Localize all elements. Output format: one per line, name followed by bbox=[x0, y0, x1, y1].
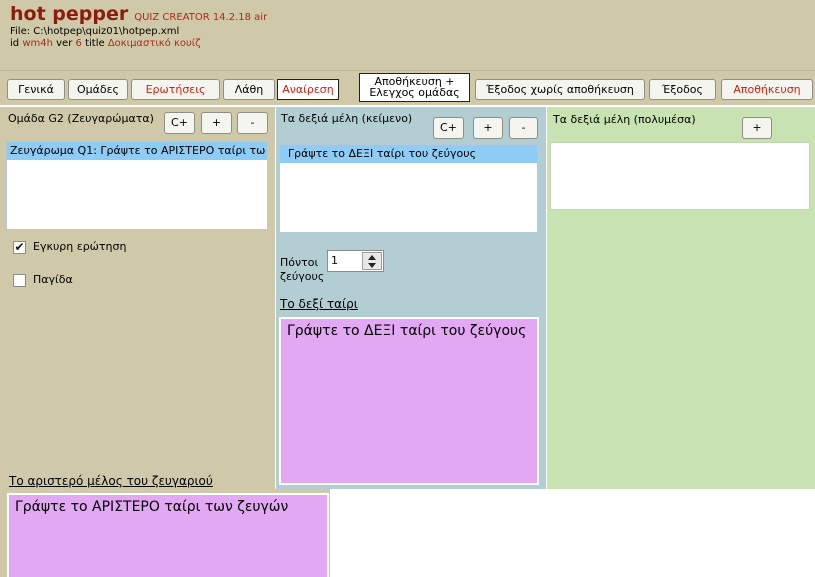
main-toolbar: Γενικά Ομάδες Ερωτήσεις Λάθη Αναίρεση Απ… bbox=[0, 70, 815, 105]
right-members-list[interactable]: Γράψτε το ΔΕΞΙ ταίρι του ζεύγους bbox=[279, 144, 538, 233]
add-media-button[interactable]: + bbox=[742, 117, 772, 139]
exit-without-save-button[interactable]: Έξοδος χωρίς αποθήκευση bbox=[475, 79, 645, 100]
valid-question-label: Εγκυρη ερώτηση bbox=[33, 240, 127, 253]
save-button[interactable]: Αποθήκευση bbox=[721, 79, 813, 100]
right-members-text-title: Τα δεξιά μέλη (κείμενο) bbox=[281, 112, 413, 125]
add-member-button[interactable]: + bbox=[473, 117, 503, 139]
check-icon: ✔ bbox=[14, 240, 25, 254]
undo-button[interactable]: Αναίρεση bbox=[277, 79, 339, 100]
bottom-area: Γράψτε το ΑΡΙΣΤΕΡΟ ταίρι των ζευγών bbox=[0, 489, 815, 577]
pair-points-value: 1 bbox=[331, 254, 338, 267]
errors-button[interactable]: Λάθη bbox=[223, 79, 275, 100]
stepper-buttons[interactable] bbox=[362, 252, 382, 270]
quiz-title: Δοκιμαστικό κουίζ bbox=[107, 38, 201, 49]
quiz-version: 6 bbox=[75, 38, 82, 49]
right-pair-text-area[interactable]: Γράψτε το ΔΕΞΙ ταίρι του ζεύγους bbox=[279, 317, 539, 485]
pair-points-stepper[interactable]: 1 bbox=[327, 250, 384, 272]
left-member-title: Το αριστερό μέλος του ζευγαριού bbox=[9, 474, 213, 488]
question-list[interactable]: Ζευγάρωμα Q1: Γράψτε το ΑΡΙΣΤΕΡΟ ταίρι τ… bbox=[6, 141, 268, 230]
pair-points-label: Πόντοι ζεύγους bbox=[280, 256, 325, 283]
trap-label: Παγίδα bbox=[33, 273, 73, 286]
list-item[interactable]: Ζευγάρωμα Q1: Γράψτε το ΑΡΙΣΤΕΡΟ ταίρι τ… bbox=[7, 142, 267, 160]
media-list[interactable] bbox=[550, 142, 810, 210]
questions-button[interactable]: Ερωτήσεις bbox=[131, 79, 220, 100]
groups-button[interactable]: Ομάδες bbox=[68, 79, 128, 100]
group-panel: Ομάδα G2 (Ζευγαρώματα) C+ + - Ζευγάρωμα … bbox=[0, 107, 275, 489]
quiz-id: wm4h bbox=[22, 38, 53, 49]
quiz-info-line: id wm4h ver 6 title Δοκιμαστικό κουίζ bbox=[10, 38, 201, 49]
app-version: QUIZ CREATOR 14.2.18 air bbox=[134, 12, 268, 23]
copy-member-button[interactable]: C+ bbox=[433, 117, 464, 139]
add-question-button[interactable]: + bbox=[201, 112, 232, 134]
app-name: hot pepper bbox=[10, 3, 129, 25]
trap-checkbox[interactable] bbox=[13, 274, 26, 287]
valid-question-checkbox[interactable]: ✔ bbox=[13, 241, 26, 254]
remove-question-button[interactable]: - bbox=[237, 112, 268, 134]
list-item[interactable]: Γράψτε το ΔΕΞΙ ταίρι του ζεύγους bbox=[280, 145, 537, 163]
left-member-editor-container: Γράψτε το ΑΡΙΣΤΕΡΟ ταίρι των ζευγών bbox=[0, 489, 330, 577]
group-title: Ομάδα G2 (Ζευγαρώματα) bbox=[8, 112, 154, 125]
right-pair-title: Το δεξί ταίρι bbox=[280, 297, 358, 311]
app-header: hot pepper QUIZ CREATOR 14.2.18 air File:… bbox=[0, 0, 815, 70]
copy-question-button[interactable]: C+ bbox=[164, 112, 195, 134]
right-members-media-panel: Τα δεξιά μέλη (πολυμέσα) + bbox=[547, 107, 815, 489]
right-members-media-title: Τα δεξιά μέλη (πολυμέσα) bbox=[553, 113, 696, 126]
remove-member-button[interactable]: - bbox=[509, 117, 538, 139]
save-check-group-button[interactable]: Αποθήκευση + Ελεγχος ομάδας bbox=[359, 73, 470, 102]
arrow-up-icon[interactable] bbox=[368, 255, 376, 260]
left-member-text-area[interactable]: Γράψτε το ΑΡΙΣΤΕΡΟ ταίρι των ζευγών bbox=[7, 493, 329, 577]
arrow-down-icon[interactable] bbox=[368, 263, 376, 268]
exit-button[interactable]: Έξοδος bbox=[649, 79, 716, 100]
right-members-text-panel: Τα δεξιά μέλη (κείμενο) C+ + - Γράψτε το… bbox=[276, 107, 546, 489]
general-button[interactable]: Γενικά bbox=[7, 79, 65, 100]
file-path: File: C:\hotpep\quiz01\hotpep.xml bbox=[10, 26, 180, 37]
